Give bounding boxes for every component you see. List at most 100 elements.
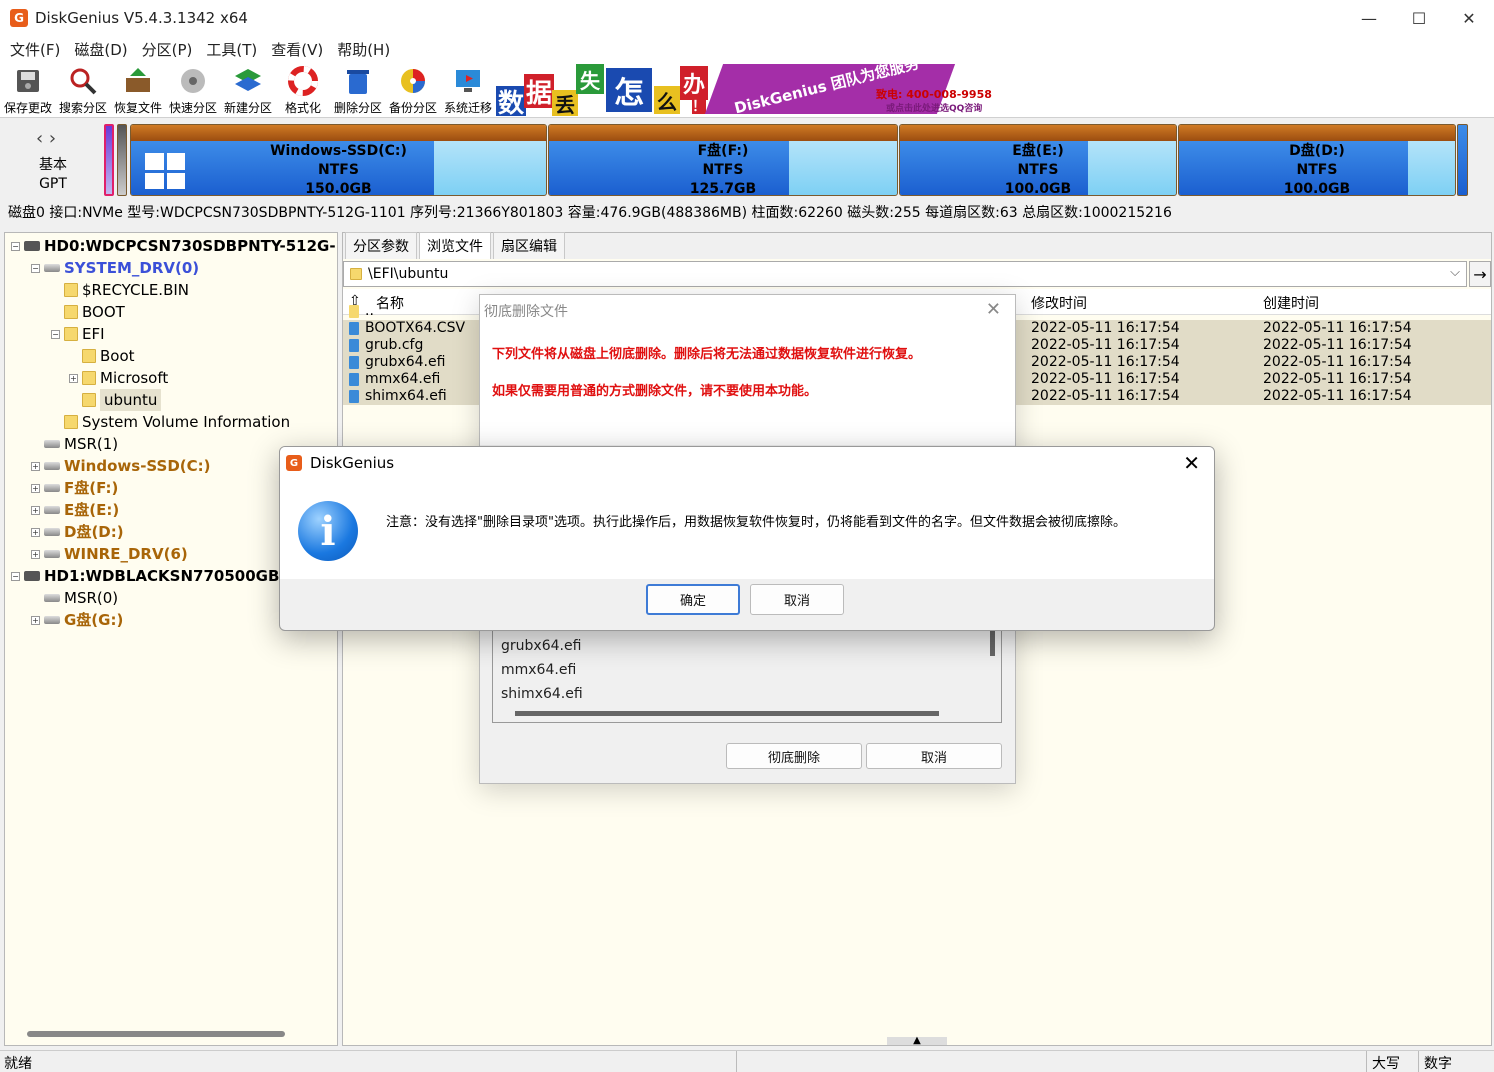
- partition-block-c[interactable]: Windows-SSD(C:) NTFS 150.0GB: [130, 124, 547, 196]
- close-window-button[interactable]: ✕: [1444, 0, 1494, 36]
- menu-view[interactable]: 查看(V): [265, 39, 329, 60]
- file-created: 2022-05-11 16:17:54: [1263, 371, 1412, 387]
- tree-node[interactable]: BOOT: [51, 301, 125, 323]
- partition-block-f[interactable]: F盘(F:) NTFS 125.7GB: [548, 124, 898, 196]
- chevron-down-icon[interactable]: ⌵: [1450, 265, 1460, 280]
- tab-partition-params[interactable]: 分区参数: [345, 232, 417, 259]
- system-migration-button[interactable]: 系统迁移: [440, 64, 496, 116]
- tree-horizontal-scrollbar[interactable]: [27, 1031, 285, 1037]
- expand-icon[interactable]: +: [31, 461, 40, 471]
- tree-node[interactable]: + D盘(D:): [31, 521, 124, 543]
- file-modified: 2022-05-11 16:17:54: [1031, 354, 1180, 370]
- cancel-delete-button[interactable]: 取消: [866, 743, 1002, 769]
- maximize-button[interactable]: ☐: [1394, 0, 1444, 36]
- expand-icon[interactable]: +: [31, 615, 40, 625]
- info-icon: i: [298, 501, 358, 561]
- volume-icon: [44, 440, 60, 448]
- cancel-button[interactable]: 取消: [750, 584, 844, 615]
- tree-node[interactable]: − EFI: [51, 323, 105, 345]
- collapse-icon[interactable]: −: [11, 571, 20, 581]
- new-partition-button[interactable]: 新建分区: [220, 64, 276, 116]
- tree-node[interactable]: + WINRE_DRV(6): [31, 543, 188, 565]
- list-item[interactable]: mmx64.efi: [501, 662, 576, 678]
- delete-partition-button[interactable]: 删除分区: [330, 64, 386, 116]
- expand-icon[interactable]: +: [31, 527, 40, 537]
- system-partition-segment[interactable]: [104, 124, 114, 196]
- file-icon: [349, 305, 359, 318]
- expand-icon[interactable]: +: [69, 373, 78, 383]
- recovery-partition-segment[interactable]: [1457, 124, 1468, 196]
- volume-icon: [44, 506, 60, 514]
- tree-node[interactable]: − HD0:WDCPCSN730SDBPNTY-512G-1101: [11, 235, 337, 257]
- backup-partition-button[interactable]: 备份分区: [385, 64, 441, 116]
- directory-tree[interactable]: −HD0:WDCPCSN730SDBPNTY-512G-1101−SYSTEM_…: [4, 232, 338, 1046]
- tree-node[interactable]: − HD1:WDBLACKSN770500GB(46: [11, 565, 307, 587]
- format-button[interactable]: 格式化: [275, 64, 331, 116]
- recover-files-button[interactable]: 恢复文件: [110, 64, 166, 116]
- file-created: 2022-05-11 16:17:54: [1263, 337, 1412, 353]
- tree-node[interactable]: + Microsoft: [69, 367, 168, 389]
- tree-node-label: Windows-SSD(C:): [64, 457, 211, 475]
- msr-partition-segment[interactable]: [117, 124, 127, 196]
- tree-node[interactable]: + F盘(F:): [31, 477, 118, 499]
- banner-tile: 么: [654, 86, 680, 114]
- list-vertical-scrollbar[interactable]: [990, 628, 995, 656]
- panel-splitter[interactable]: ▲: [887, 1036, 947, 1046]
- close-icon[interactable]: ✕: [986, 299, 1001, 320]
- expand-icon[interactable]: +: [31, 549, 40, 559]
- confirm-delete-button[interactable]: 彻底删除: [726, 743, 862, 769]
- menu-disk[interactable]: 磁盘(D): [68, 39, 133, 60]
- tree-node[interactable]: MSR(1): [31, 433, 118, 455]
- tree-node[interactable]: − SYSTEM_DRV(0): [31, 257, 199, 279]
- list-horizontal-scrollbar[interactable]: [515, 711, 939, 716]
- notice-message: 注意：没有选择"删除目录项"选项。执行此操作后，用数据恢复软件恢复时，仍将能看到…: [386, 515, 1126, 530]
- tree-node[interactable]: Boot: [69, 345, 135, 367]
- tab-browse-files[interactable]: 浏览文件: [419, 232, 491, 259]
- file-modified: 2022-05-11 16:17:54: [1031, 320, 1180, 336]
- partition-block-d[interactable]: D盘(D:) NTFS 100.0GB: [1178, 124, 1456, 196]
- new-partition-layers-icon: [235, 69, 261, 91]
- expand-icon[interactable]: +: [31, 505, 40, 515]
- collapse-icon[interactable]: −: [11, 241, 20, 251]
- tree-node-label: E盘(E:): [64, 501, 120, 519]
- list-item[interactable]: grubx64.efi: [501, 638, 581, 654]
- collapse-icon[interactable]: −: [31, 263, 40, 273]
- search-partition-button[interactable]: 搜索分区: [55, 64, 111, 116]
- path-input[interactable]: \EFI\ubuntu ⌵: [343, 261, 1467, 287]
- expand-icon[interactable]: +: [31, 483, 40, 493]
- tree-node-label: $RECYCLE.BIN: [82, 281, 190, 299]
- promo-banner[interactable]: 数 据 丢 失 怎 么 办 ！ DiskGenius 团队为您服务 致电: 40…: [496, 62, 996, 116]
- format-lifebuoy-icon: [288, 66, 318, 96]
- tree-node[interactable]: + Windows-SSD(C:): [31, 455, 211, 477]
- menu-help[interactable]: 帮助(H): [331, 39, 396, 60]
- banner-tile: 办: [680, 66, 708, 100]
- delete-warning-1: 下列文件将从磁盘上彻底删除。删除后将无法通过数据恢复软件进行恢复。: [492, 347, 922, 362]
- tree-node[interactable]: + E盘(E:): [31, 499, 119, 521]
- tree-node[interactable]: ubuntu: [69, 389, 162, 411]
- menu-partition[interactable]: 分区(P): [136, 39, 199, 60]
- disk-nav-arrows[interactable]: ‹ ›: [36, 128, 56, 149]
- file-created: 2022-05-11 16:17:54: [1263, 354, 1412, 370]
- go-path-button[interactable]: →: [1469, 261, 1491, 287]
- ok-button[interactable]: 确定: [646, 584, 740, 615]
- close-icon[interactable]: ✕: [1183, 451, 1200, 475]
- banner-qq-link[interactable]: 或点击此处进选QQ咨询: [886, 101, 982, 114]
- minimize-button[interactable]: —: [1344, 0, 1394, 36]
- tab-sector-edit[interactable]: 扇区编辑: [493, 232, 565, 259]
- menu-tools[interactable]: 工具(T): [200, 39, 263, 60]
- volume-icon: [44, 462, 60, 470]
- quick-partition-button[interactable]: 快速分区: [165, 64, 221, 116]
- tree-node[interactable]: MSR(0): [31, 587, 118, 609]
- delete-file-list[interactable]: grubx64.efi mmx64.efi shimx64.efi: [492, 623, 1002, 723]
- backup-color-disc-icon: [401, 69, 425, 93]
- menu-file[interactable]: 文件(F): [4, 39, 66, 60]
- window-title: DiskGenius V5.4.3.1342 x64: [35, 9, 248, 27]
- tree-node-label: MSR(0): [64, 589, 119, 607]
- collapse-icon[interactable]: −: [51, 329, 60, 339]
- tree-node[interactable]: + G盘(G:): [31, 609, 123, 631]
- list-item[interactable]: shimx64.efi: [501, 686, 583, 702]
- partition-block-e[interactable]: E盘(E:) NTFS 100.0GB: [899, 124, 1177, 196]
- tree-node[interactable]: System Volume Information: [51, 411, 290, 433]
- save-changes-button[interactable]: 保存更改: [0, 64, 56, 116]
- tree-node[interactable]: $RECYCLE.BIN: [51, 279, 189, 301]
